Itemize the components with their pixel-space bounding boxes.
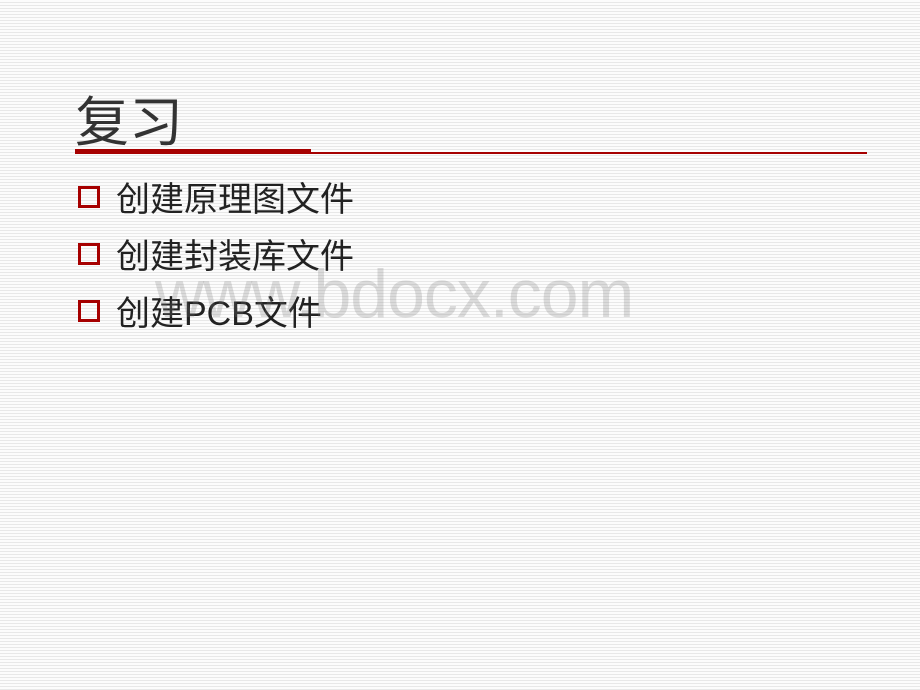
slide: 复习 创建原理图文件 创建封装库文件 创建PCB文件 www.bdocx.com <box>0 0 920 690</box>
bullet-list: 创建原理图文件 创建封装库文件 创建PCB文件 <box>78 172 354 343</box>
square-bullet-icon <box>78 243 100 265</box>
list-item-label: 创建原理图文件 <box>116 172 354 221</box>
list-item: 创建封装库文件 <box>78 229 354 278</box>
title-underline <box>75 148 867 156</box>
slide-title: 复习 <box>75 78 183 157</box>
square-bullet-icon <box>78 300 100 322</box>
underline-thin-segment <box>311 152 867 154</box>
list-item-label: 创建封装库文件 <box>116 229 354 278</box>
square-bullet-icon <box>78 186 100 208</box>
list-item-label: 创建PCB文件 <box>116 286 322 335</box>
underline-thick-segment <box>75 149 311 154</box>
list-item: 创建PCB文件 <box>78 286 354 335</box>
list-item: 创建原理图文件 <box>78 172 354 221</box>
